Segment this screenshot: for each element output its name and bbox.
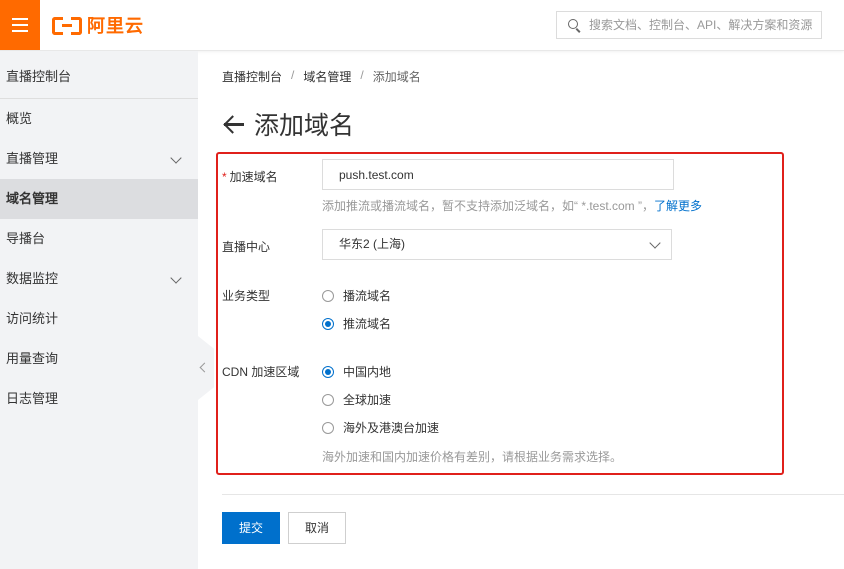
submit-button[interactable]: 提交 [222, 512, 280, 544]
search-input[interactable] [589, 18, 814, 32]
radio-push-domain[interactable]: 推流域名 [322, 315, 391, 332]
sidebar-item-domain-management[interactable]: 域名管理 [0, 179, 198, 219]
sidebar-item-access-stats[interactable]: 访问统计 [0, 299, 198, 339]
sidebar-item-log-management[interactable]: 日志管理 [0, 379, 198, 419]
sidebar-title: 直播控制台 [0, 51, 198, 99]
sidebar-item-usage-query[interactable]: 用量查询 [0, 339, 198, 379]
chevron-left-icon [199, 362, 210, 373]
breadcrumb-item-domain[interactable]: 域名管理 [303, 68, 351, 85]
cdn-region-label: CDN 加速区域 [222, 365, 300, 379]
radio-overseas[interactable]: 海外及港澳台加速 [322, 419, 439, 436]
breadcrumb-item-console[interactable]: 直播控制台 [222, 68, 282, 85]
center-select-value: 华东2 (上海) [339, 237, 406, 251]
cdn-region-hint: 海外加速和国内加速价格有差别，请根据业务需求选择。 [322, 450, 623, 464]
aliyun-logo[interactable]: 阿里云 [52, 13, 144, 37]
domain-hint: 添加推流或播流域名，暂不支持添加泛域名，如“ *.test.com ”，了解更多 [322, 199, 703, 213]
required-mark: * [222, 170, 227, 184]
radio-mainland-china[interactable]: 中国内地 [322, 363, 391, 380]
top-bar: 阿里云 [0, 0, 844, 51]
chevron-down-icon [170, 272, 182, 284]
sidebar: 直播控制台 概览 直播管理 域名管理 导播台 数据监控 访问统计 用量查询 日志… [0, 51, 198, 569]
radio-button-selected[interactable] [322, 317, 334, 330]
breadcrumb-separator: / [360, 68, 364, 82]
sidebar-item-director[interactable]: 导播台 [0, 219, 198, 259]
breadcrumb-separator: / [291, 68, 295, 82]
radio-button[interactable] [322, 289, 334, 302]
business-type-label: 业务类型 [222, 289, 271, 303]
page-title: 添加域名 [222, 106, 354, 142]
breadcrumb: 直播控制台 / 域名管理 / 添加域名 [222, 68, 421, 85]
domain-input[interactable] [322, 159, 674, 190]
aliyun-logo-icon [52, 17, 82, 35]
radio-button-selected[interactable] [322, 365, 334, 378]
radio-global[interactable]: 全球加速 [322, 391, 391, 408]
radio-button[interactable] [322, 393, 334, 406]
chevron-down-icon [170, 152, 182, 164]
domain-label: * 加速域名 [222, 170, 278, 184]
page-title-text: 添加域名 [254, 112, 355, 140]
breadcrumb-item-current: 添加域名 [372, 70, 421, 84]
search-box[interactable] [556, 11, 822, 39]
sidebar-item-live-management[interactable]: 直播管理 [0, 139, 198, 179]
menu-icon [12, 18, 28, 20]
sidebar-collapse-handle[interactable] [198, 336, 214, 400]
center-label: 直播中心 [222, 240, 271, 254]
back-arrow-icon[interactable] [222, 114, 246, 134]
hamburger-menu-button[interactable] [0, 0, 40, 50]
cancel-button[interactable]: 取消 [288, 512, 346, 544]
learn-more-link[interactable]: 了解更多 [654, 199, 702, 213]
sidebar-item-overview[interactable]: 概览 [0, 99, 198, 139]
sidebar-item-data-monitoring[interactable]: 数据监控 [0, 259, 198, 299]
radio-play-domain[interactable]: 播流域名 [322, 287, 391, 304]
logo-text: 阿里云 [87, 16, 144, 36]
chevron-down-icon [649, 237, 661, 249]
search-icon [568, 19, 581, 33]
center-select[interactable]: 华东2 (上海) [322, 229, 672, 260]
radio-button[interactable] [322, 421, 334, 434]
divider [222, 494, 844, 495]
